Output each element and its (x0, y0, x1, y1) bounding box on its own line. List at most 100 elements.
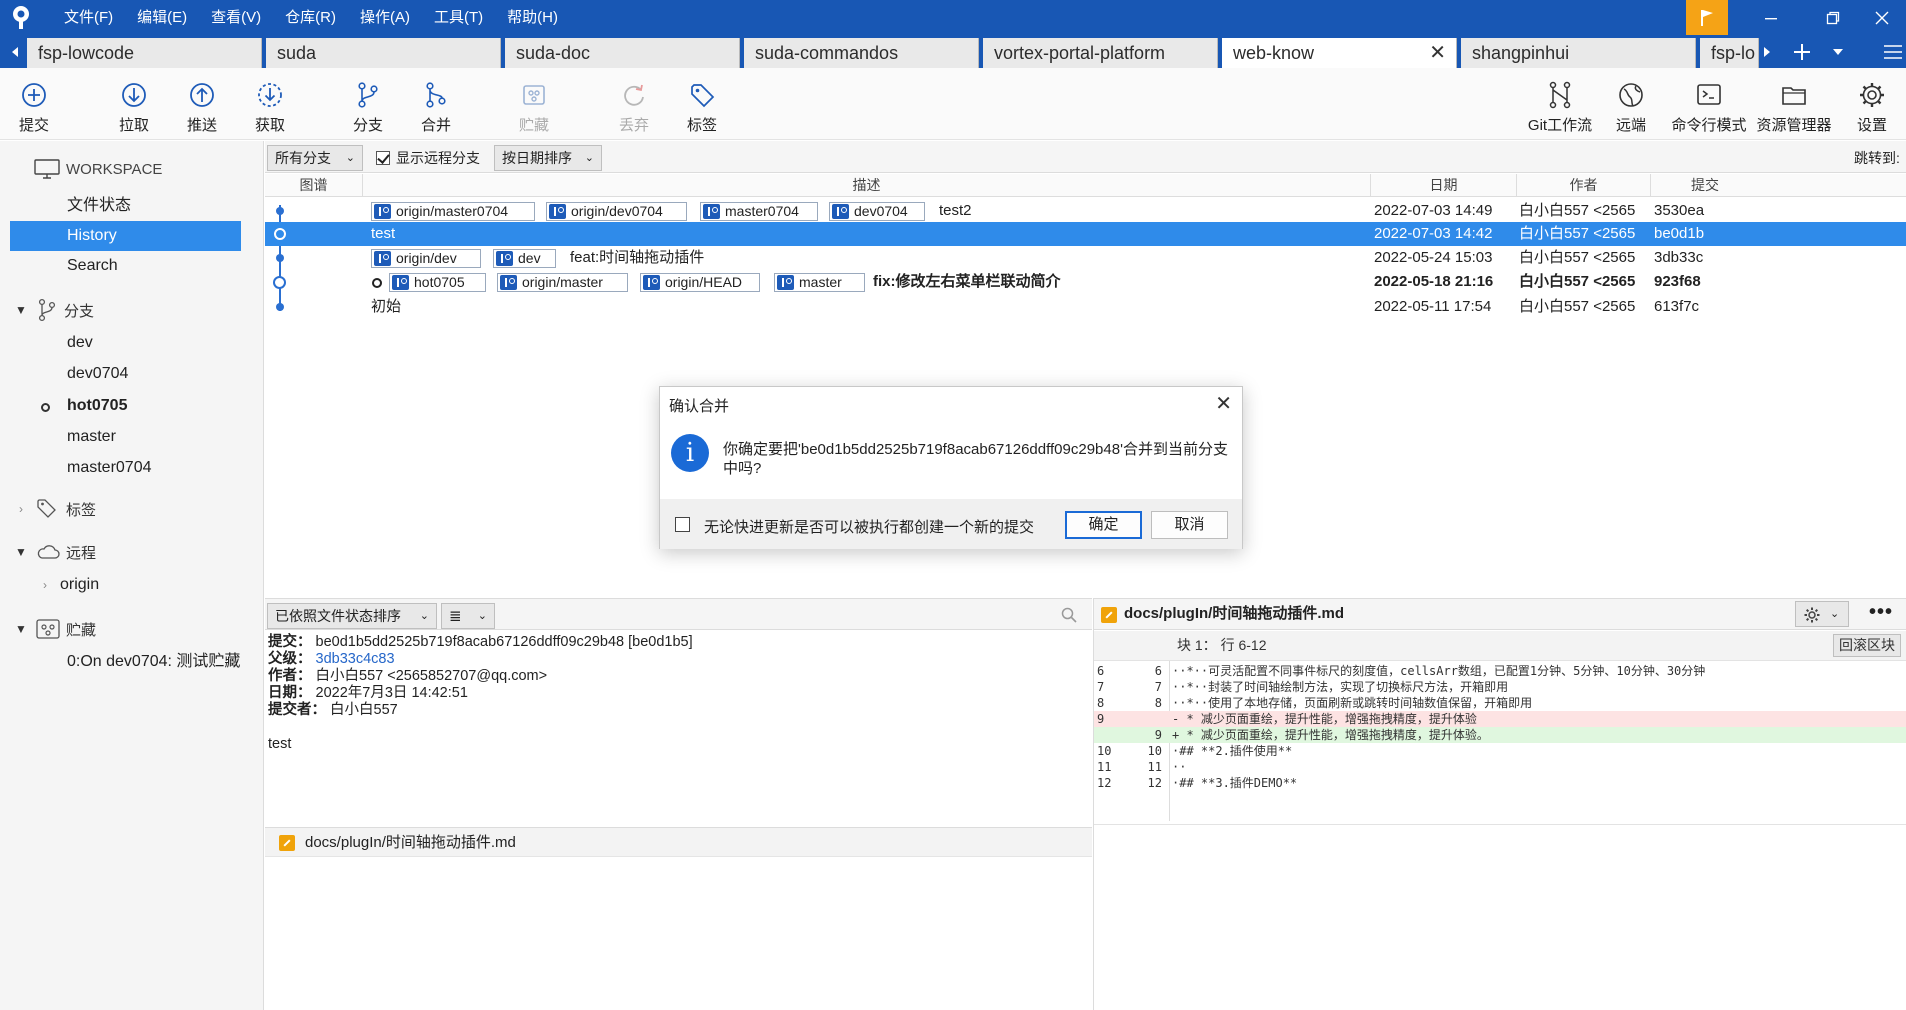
column-header-description[interactable]: 描述 (363, 174, 1371, 197)
view-mode-dropdown[interactable]: ≣ ⌄ (441, 603, 495, 629)
remote-button[interactable]: 远端 (1597, 68, 1665, 140)
column-header-date[interactable]: 日期 (1371, 174, 1517, 197)
column-header-graph[interactable]: 图谱 (265, 174, 363, 197)
tab-shangpinhui[interactable]: shangpinhui (1461, 38, 1696, 68)
git-flow-button[interactable]: Git工作流 (1524, 68, 1596, 140)
sidebar-branch-hot0705[interactable]: hot0705 (67, 391, 127, 421)
sidebar-branch-dev0704[interactable]: dev0704 (67, 359, 128, 389)
tab-fsp-lowcode[interactable]: fsp-lowcode (27, 38, 262, 68)
commit-author: 白小白557 <2565 (1519, 249, 1636, 266)
diff-code: ··*··使用了本地存储，页面刷新或跳转时间轴数值保留，开箱即用 (1172, 696, 1533, 710)
chevron-left-icon (12, 46, 18, 57)
new-line-number: 6 (1154, 664, 1162, 678)
sidebar-item-search[interactable]: Search (67, 251, 118, 281)
new-line-number: 10 (1147, 744, 1162, 758)
new-tab-button[interactable] (1788, 35, 1816, 68)
branch-icon (38, 298, 56, 322)
sidebar-stash-item[interactable]: 0:On dev0704: 测试贮藏 (67, 647, 240, 677)
tab-web-know[interactable]: web-know ✕ (1222, 38, 1457, 68)
sidebar-branch-master0704[interactable]: master0704 (67, 453, 152, 483)
create-new-commit-checkbox[interactable] (675, 517, 690, 532)
changed-file-item[interactable]: docs/plugIn/时间轴拖动插件.md (265, 827, 1092, 857)
new-line-number: 7 (1154, 680, 1162, 694)
tab-suda[interactable]: suda (266, 38, 501, 68)
discard-icon (624, 84, 644, 106)
show-remote-branches-checkbox[interactable] (376, 151, 390, 165)
stash-button[interactable]: 贮藏 (500, 68, 568, 140)
more-options-icon[interactable]: ••• (1869, 599, 1893, 625)
terminal-button[interactable]: 命令行模式 (1672, 68, 1747, 140)
branches-header[interactable]: ▼ 分支 (14, 296, 94, 324)
sidebar-item-file-status[interactable]: 文件状态 (67, 191, 131, 221)
pull-button[interactable]: 拉取 (100, 68, 168, 140)
revert-hunk-button[interactable]: 回滚区块 (1833, 634, 1901, 657)
sidebar-remote-origin[interactable]: › origin (38, 571, 99, 599)
sidebar-branch-master[interactable]: master (67, 422, 116, 452)
commit-author: 白小白557 <2565 (1519, 202, 1636, 219)
commit-message-body: test (268, 736, 292, 752)
tab-scroll-right-button[interactable] (1759, 35, 1775, 68)
graph-node (276, 303, 284, 311)
diff-options-button[interactable]: ⌄ (1795, 601, 1849, 627)
tab-close-icon[interactable]: ✕ (1429, 38, 1446, 68)
tab-fsp-lo[interactable]: fsp-lo (1700, 38, 1759, 68)
sidebar-item-history[interactable]: History (67, 221, 117, 251)
menu-view[interactable]: 查看(V) (199, 0, 273, 35)
tab-vortex-portal-platform[interactable]: vortex-portal-platform (983, 38, 1218, 68)
tags-header[interactable]: › 标签 (14, 495, 96, 523)
branch-filter-dropdown[interactable]: 所有分支 ⌄ (267, 145, 363, 171)
sidebar-branch-dev[interactable]: dev (67, 328, 93, 358)
push-button[interactable]: 推送 (168, 68, 236, 140)
menu-help[interactable]: 帮助(H) (495, 0, 570, 35)
remotes-label: 远程 (66, 544, 97, 562)
settings-button[interactable]: 设置 (1838, 68, 1906, 140)
branch-button[interactable]: 分支 (334, 68, 402, 140)
tag-button[interactable]: 标签 (668, 68, 736, 140)
commit-date: 2022-07-03 14:49 (1374, 202, 1493, 219)
menu-repository[interactable]: 仓库(R) (273, 0, 348, 35)
ref-text: origin/dev0704 (571, 203, 663, 219)
column-header-commit[interactable]: 提交 (1651, 174, 1906, 197)
menu-tools[interactable]: 工具(T) (422, 0, 495, 35)
tags-label: 标签 (66, 501, 97, 519)
discard-button[interactable]: 丢弃 (600, 68, 668, 140)
hamburger-menu-button[interactable] (1880, 35, 1906, 68)
column-header-author[interactable]: 作者 (1517, 174, 1651, 197)
confirm-button[interactable]: 确定 (1065, 511, 1142, 539)
remotes-header[interactable]: ▼ 远程 (14, 538, 96, 566)
menu-bar: 文件(F) 编辑(E) 查看(V) 仓库(R) 操作(A) 工具(T) 帮助(H… (52, 0, 570, 35)
sort-order-dropdown[interactable]: 按日期排序 ⌄ (494, 145, 602, 171)
table-row-head[interactable]: hot0705 origin/master origin/HEAD master… (265, 270, 1906, 294)
menu-actions[interactable]: 操作(A) (348, 0, 422, 35)
restore-button[interactable] (1802, 0, 1864, 35)
cancel-button[interactable]: 取消 (1151, 511, 1228, 539)
explorer-button[interactable]: 资源管理器 (1757, 68, 1832, 140)
parent-commit-link[interactable]: 3db33c4c83 (316, 651, 395, 667)
menu-file[interactable]: 文件(F) (52, 0, 125, 35)
minimize-button[interactable] (1740, 0, 1802, 35)
branch-icon (358, 82, 378, 108)
fetch-button[interactable]: 获取 (236, 68, 304, 140)
close-window-button[interactable] (1858, 0, 1906, 35)
tab-list-dropdown[interactable] (1828, 35, 1848, 68)
search-icon[interactable] (1061, 607, 1077, 623)
diff-line: 11 11 ·· (1094, 759, 1906, 775)
tab-suda-doc[interactable]: suda-doc (505, 38, 740, 68)
table-row-selected[interactable]: test 2022-07-03 14:42 白小白557 <2565 be0d1… (265, 222, 1906, 246)
table-row[interactable]: origin/master0704 origin/dev0704 master0… (265, 199, 1906, 223)
notification-flag-button[interactable] (1686, 0, 1728, 35)
table-row[interactable]: origin/dev dev feat:时间轴拖动插件 2022-05-24 1… (265, 246, 1906, 270)
commit-button[interactable]: 提交 (0, 68, 68, 140)
file-sort-dropdown[interactable]: 已依照文件状态排序 ⌄ (267, 603, 437, 629)
commit-message: 初始 (371, 298, 402, 315)
tab-scroll-left-button[interactable] (4, 35, 26, 68)
ref-text: origin/HEAD (665, 274, 743, 290)
dialog-close-icon[interactable]: ✕ (1215, 391, 1232, 416)
jump-to-label[interactable]: 跳转到: (1854, 148, 1900, 168)
merge-button[interactable]: 合并 (402, 68, 470, 140)
menu-edit[interactable]: 编辑(E) (125, 0, 199, 35)
stashes-header[interactable]: ▼ 贮藏 (14, 615, 96, 643)
tab-suda-commandos[interactable]: suda-commandos (744, 38, 979, 68)
commit-hash: be0d1b (1654, 225, 1705, 242)
table-row[interactable]: 初始 2022-05-11 17:54 白小白557 <2565 613f7c (265, 295, 1906, 319)
